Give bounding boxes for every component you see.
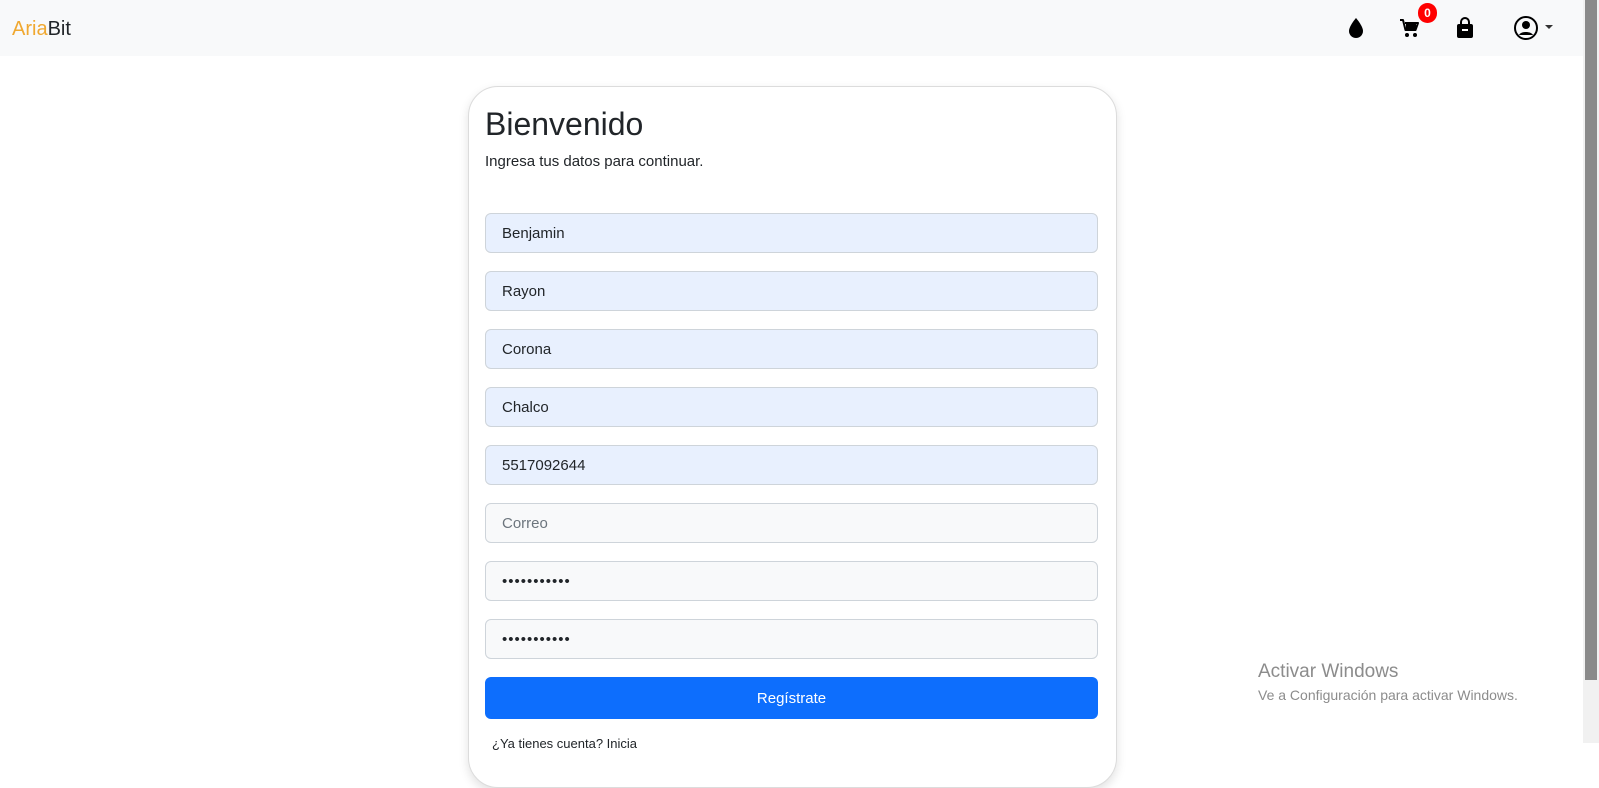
confirm-password-field[interactable] (485, 619, 1098, 659)
login-link-text[interactable]: ¿Ya tienes cuenta? Inicia (492, 736, 637, 752)
watermark-title: Activar Windows (1258, 661, 1399, 682)
cart-count-badge: 0 (1418, 3, 1437, 23)
windows-activation-watermark: Activar Windows Ve a Configuración para … (1258, 661, 1518, 704)
cart-icon[interactable] (1398, 16, 1422, 40)
watermark-subtitle: Ve a Configuración para activar Windows. (1258, 687, 1518, 703)
paternal-surname-field[interactable] (485, 271, 1098, 311)
brand-part2: Bit (47, 18, 71, 40)
register-button[interactable]: Regístrate (485, 677, 1098, 719)
email-field[interactable] (485, 503, 1098, 543)
chevron-down-icon[interactable] (1545, 25, 1553, 29)
brand-logo[interactable]: AriaBit (12, 17, 71, 41)
password-field[interactable] (485, 561, 1098, 601)
navbar: AriaBit 0 (0, 0, 1583, 56)
page-scrollbar-thumb[interactable] (1585, 0, 1597, 680)
bag-icon[interactable] (1453, 16, 1477, 40)
maternal-surname-field[interactable] (485, 329, 1098, 369)
page-subtitle: Ingresa tus datos para continuar. (485, 153, 704, 170)
drop-icon[interactable] (1344, 16, 1368, 40)
brand-part1: Aria (12, 18, 48, 40)
first-name-field[interactable] (485, 213, 1098, 253)
phone-field[interactable] (485, 445, 1098, 485)
user-icon[interactable] (1513, 15, 1539, 41)
city-field[interactable] (485, 387, 1098, 427)
page-title: Bienvenido (485, 106, 644, 142)
